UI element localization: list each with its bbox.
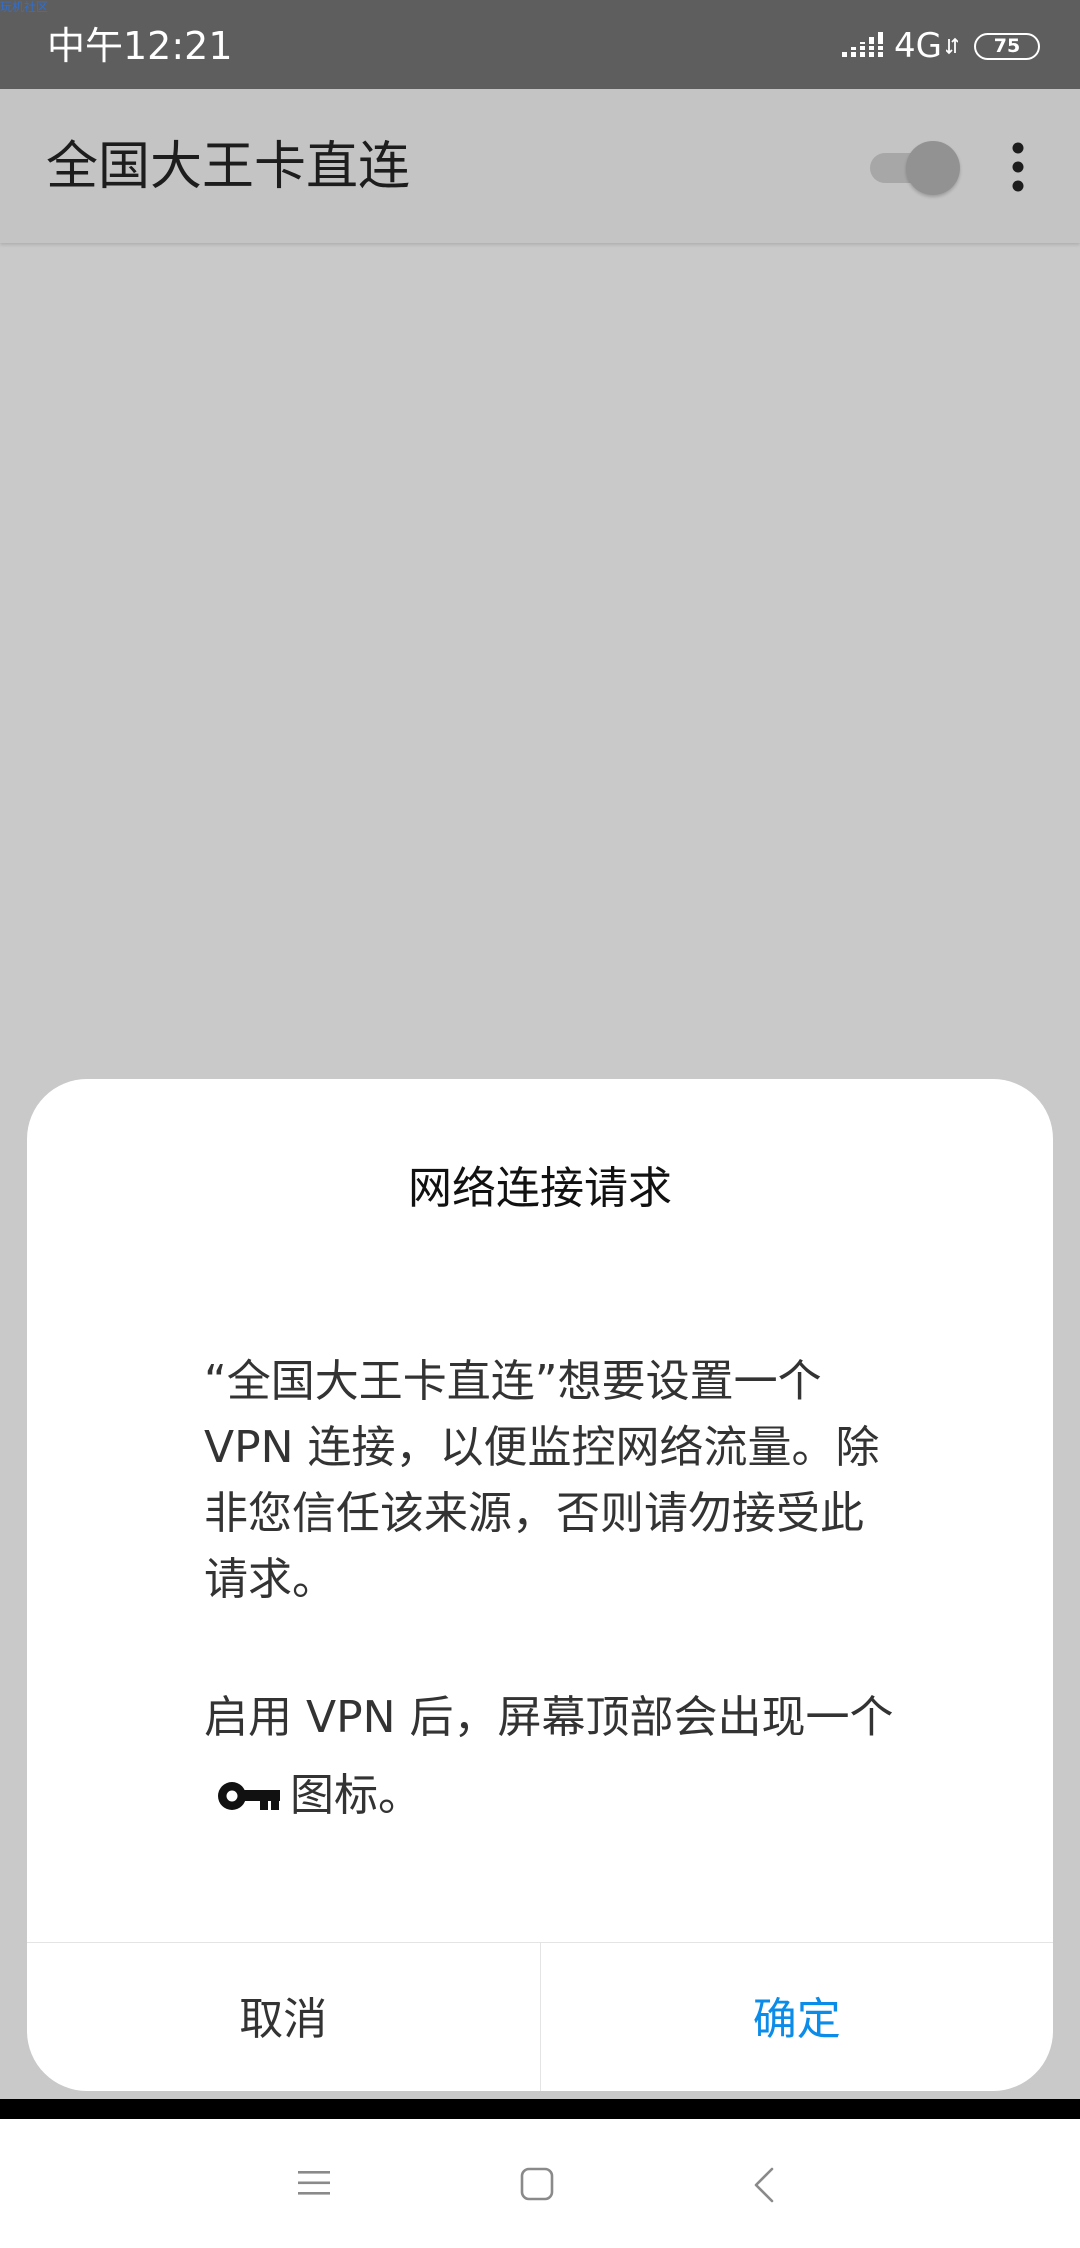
navigation-bar xyxy=(0,2119,1080,2248)
status-time: 中午12:21 xyxy=(47,24,233,68)
cancel-button[interactable]: 取消 xyxy=(27,1943,541,2091)
vpn-toggle-switch[interactable] xyxy=(870,139,962,195)
network-type-label: 4G xyxy=(894,26,942,66)
icon-note-text-after: 图标。 xyxy=(290,1770,422,1821)
menu-icon[interactable] xyxy=(297,2167,331,2199)
screen: 玩机社区 中午12:21 4G 75 全国大王卡直连 网络连接请求 “全国大王卡… xyxy=(0,0,1080,2248)
dialog-message: “全国大王卡直连”想要设置一个 VPN 连接，以便监控网络流量。除非您信任该来源… xyxy=(204,1349,904,1835)
status-indicators: 4G 75 xyxy=(842,24,1040,68)
dialog-button-row: 取消 确定 xyxy=(27,1942,1053,2091)
icon-note-text-before: 启用 VPN 后，屏幕顶部会出现一个 xyxy=(204,1692,894,1743)
confirm-button[interactable]: 确定 xyxy=(541,1937,1054,2091)
screen-bottom-edge xyxy=(0,2099,1080,2119)
data-activity-icon xyxy=(946,37,958,55)
status-bar: 玩机社区 中午12:21 4G 75 xyxy=(0,0,1080,89)
battery-level: 75 xyxy=(993,35,1021,57)
dialog-message-icon-note: 启用 VPN 后，屏幕顶部会出现一个 图标。 xyxy=(204,1679,904,1835)
signal-strength-icon xyxy=(842,32,884,57)
watermark-text: 玩机社区 xyxy=(0,0,49,14)
back-icon[interactable] xyxy=(752,2167,776,2203)
app-bar: 全国大王卡直连 xyxy=(0,89,1080,243)
overflow-menu-icon[interactable] xyxy=(998,141,1038,193)
dialog-message-warning: “全国大王卡直连”想要设置一个 VPN 连接，以便监控网络流量。除非您信任该来源… xyxy=(204,1356,880,1605)
key-icon xyxy=(218,1782,280,1810)
vpn-request-dialog: 网络连接请求 “全国大王卡直连”想要设置一个 VPN 连接，以便监控网络流量。除… xyxy=(27,1079,1053,2091)
app-title: 全国大王卡直连 xyxy=(46,137,411,197)
home-icon[interactable] xyxy=(520,2167,554,2201)
battery-icon: 75 xyxy=(974,32,1040,60)
cancel-label: 取消 xyxy=(239,1993,328,2045)
toggle-knob xyxy=(906,141,960,195)
dialog-title: 网络连接请求 xyxy=(408,1163,672,1214)
